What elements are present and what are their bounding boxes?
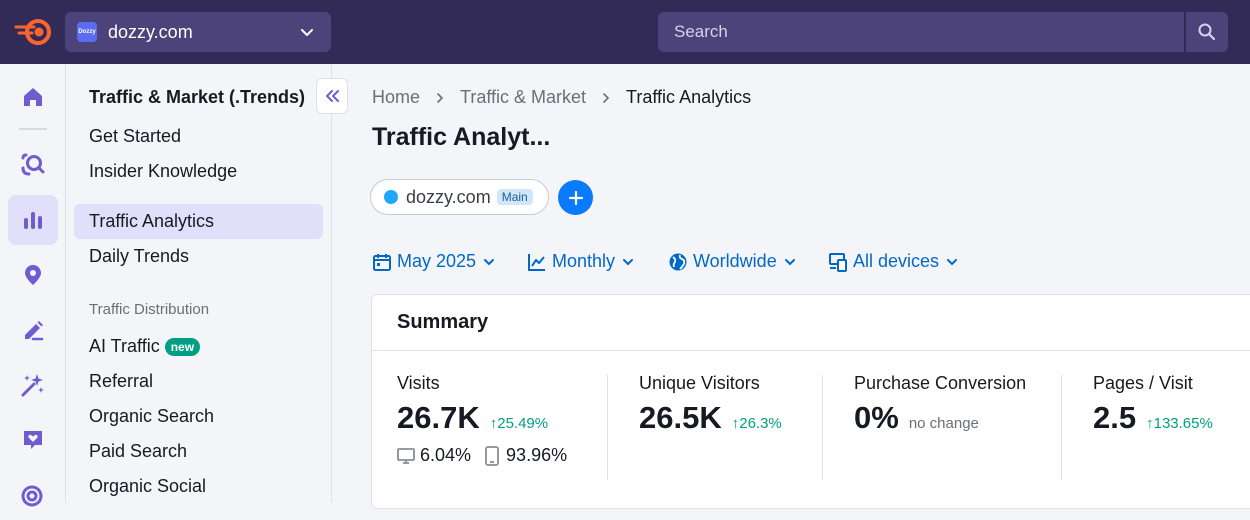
- sidebar-item-traffic-analytics[interactable]: Traffic Analytics: [74, 204, 323, 239]
- device-filter[interactable]: All devices: [828, 251, 959, 272]
- granularity-filter[interactable]: Monthly: [527, 251, 635, 272]
- date-filter-label: May 2025: [397, 251, 477, 271]
- project-favicon: Dozzy: [77, 22, 97, 42]
- rail-social[interactable]: [8, 415, 58, 465]
- line-chart-icon: [528, 253, 545, 271]
- rail-ads[interactable]: [8, 470, 58, 520]
- region-filter-label: Worldwide: [693, 251, 777, 271]
- rail-content[interactable]: [8, 305, 58, 355]
- mobile-share: 93.96%: [506, 445, 568, 465]
- breadcrumb-current: Traffic Analytics: [626, 87, 752, 107]
- metric-label: Pages / Visit: [1093, 373, 1193, 393]
- chevron-down-icon: [484, 258, 495, 265]
- seo-icon: [21, 153, 45, 176]
- metric-delta: ↑26.3%: [731, 415, 782, 432]
- ai-sparkle-icon: [21, 374, 44, 397]
- search-bar: [658, 12, 1228, 52]
- sidebar-item-label: AI Traffic: [89, 336, 160, 356]
- new-badge: new: [164, 337, 201, 356]
- globe-icon: [669, 253, 687, 270]
- search-button[interactable]: [1186, 12, 1228, 52]
- calendar-icon: [373, 253, 391, 271]
- chevron-down-icon: [301, 29, 313, 36]
- rail-traffic[interactable]: [8, 195, 58, 245]
- metric-label: Purchase Conversion: [854, 373, 1027, 393]
- breadcrumb-home[interactable]: Home: [372, 87, 420, 108]
- page-title: Traffic Analyt...: [372, 123, 551, 151]
- metric-visits[interactable]: Visits 26.7K ↑25.49% 6.04% 93.96%: [397, 373, 579, 466]
- breadcrumb-traffic-market[interactable]: Traffic & Market: [460, 87, 586, 108]
- summary-title: Summary: [372, 295, 1250, 351]
- chevron-down-icon: [623, 258, 634, 265]
- metric-pages-per-visit[interactable]: Pages / Visit 2.5 ↑133.65%: [1093, 373, 1213, 436]
- device-filter-label: All devices: [853, 251, 940, 271]
- main-tag: Main: [496, 189, 533, 205]
- metric-divider: [607, 375, 608, 480]
- sidebar-item-referral[interactable]: Referral: [74, 364, 323, 399]
- main-content: Home Traffic & Market Traffic Analytics …: [332, 64, 1250, 509]
- metric-value: 0%: [854, 400, 899, 435]
- metric-note: no change: [908, 415, 979, 432]
- chevron-right-icon: [586, 92, 626, 104]
- sidebar-item-ai-traffic[interactable]: AI Traffic new: [74, 329, 323, 364]
- content-edit-icon: [25, 321, 44, 341]
- search-input[interactable]: [658, 12, 1184, 52]
- rail-ai[interactable]: [8, 360, 58, 410]
- metric-divider: [822, 375, 823, 480]
- sidebar-item-daily-trends[interactable]: Daily Trends: [74, 239, 323, 274]
- metric-value: 2.5: [1093, 400, 1137, 435]
- metric-value: 26.5K: [639, 400, 722, 435]
- metric-divider: [1061, 375, 1062, 480]
- domain-name: dozzy.com: [406, 186, 491, 207]
- sidebar-item-paid-search[interactable]: Paid Search: [74, 434, 323, 469]
- project-selector[interactable]: Dozzy dozzy.com: [65, 12, 331, 52]
- sidebar-item-organic-search[interactable]: Organic Search: [74, 399, 323, 434]
- sidebar-item-get-started[interactable]: Get Started: [74, 119, 323, 154]
- search-icon: [1198, 23, 1216, 41]
- metric-delta: ↑25.49%: [489, 415, 549, 432]
- device-split: 6.04% 93.96%: [397, 445, 579, 466]
- desktop-share: 6.04%: [420, 445, 472, 465]
- metric-unique-visitors[interactable]: Unique Visitors 26.5K ↑26.3%: [639, 373, 782, 436]
- sidebar-group-label: Traffic Distribution: [89, 301, 210, 318]
- rail-home[interactable]: [8, 72, 58, 122]
- devices-icon: [829, 252, 847, 272]
- domain-color-dot: [384, 190, 398, 204]
- project-name: dozzy.com: [108, 21, 193, 42]
- breadcrumb: Home Traffic & Market Traffic Analytics: [372, 87, 751, 108]
- summary-card: Summary Visits 26.7K ↑25.49% 6.04% 93.96…: [371, 294, 1250, 509]
- date-filter[interactable]: May 2025: [372, 251, 496, 272]
- plus-icon: [568, 190, 583, 205]
- granularity-filter-label: Monthly: [552, 251, 616, 271]
- metric-label: Unique Visitors: [639, 373, 760, 393]
- domain-chip[interactable]: dozzy.com Main: [370, 179, 549, 215]
- add-competitor-button[interactable]: [558, 180, 593, 215]
- icon-rail: [0, 64, 66, 507]
- traffic-bar-chart-icon: [24, 212, 42, 229]
- rail-local[interactable]: [8, 250, 58, 300]
- metric-purchase-conversion[interactable]: Purchase Conversion 0% no change: [854, 373, 1026, 436]
- rail-seo[interactable]: [8, 140, 58, 190]
- sidebar-title: Traffic & Market (.Trends): [89, 87, 306, 107]
- metric-value: 26.7K: [397, 400, 480, 435]
- semrush-logo-icon[interactable]: [14, 18, 52, 46]
- chevron-right-icon: [420, 92, 460, 104]
- home-icon: [24, 88, 42, 106]
- metric-delta: ↑133.65%: [1146, 415, 1213, 432]
- top-bar: Dozzy dozzy.com: [0, 0, 1250, 64]
- region-filter[interactable]: Worldwide: [668, 251, 797, 272]
- rail-divider: [19, 128, 47, 130]
- sidebar-item-organic-social[interactable]: Organic Social: [74, 469, 323, 504]
- ads-target-icon: [21, 485, 43, 507]
- location-pin-icon: [25, 265, 41, 285]
- metric-label: Visits: [397, 373, 440, 393]
- desktop-icon: [397, 447, 415, 464]
- social-heart-icon: [24, 431, 42, 449]
- sidebar: Traffic & Market (.Trends) Get Started I…: [66, 64, 348, 504]
- chevron-down-icon: [784, 258, 795, 265]
- mobile-icon: [485, 445, 499, 466]
- sidebar-item-insider-knowledge[interactable]: Insider Knowledge: [74, 154, 323, 189]
- chevron-down-icon: [947, 258, 958, 265]
